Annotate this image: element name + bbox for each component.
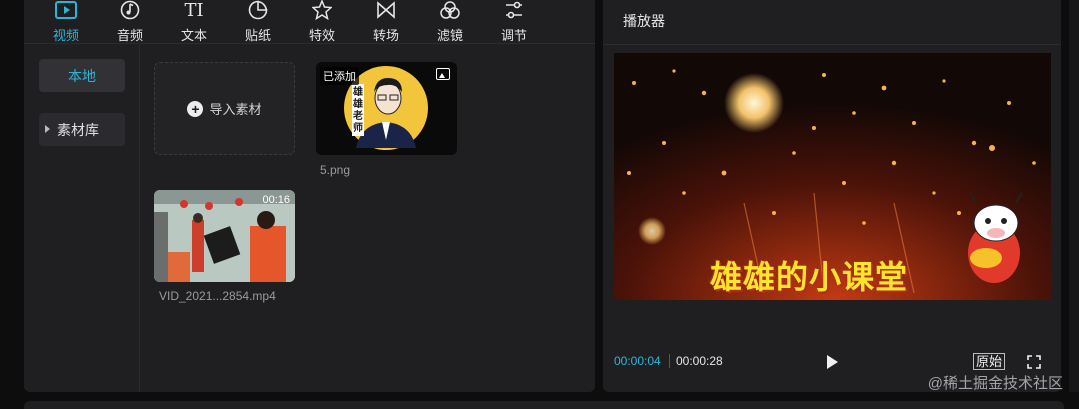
sticker-icon (247, 0, 269, 20)
text-icon: TI (184, 0, 204, 21)
player-title: 播放器 (623, 13, 665, 29)
tab-transition[interactable]: 转场 (358, 0, 414, 44)
player-panel: 播放器 雄雄的小课堂 00:00:04 00:00:28 原始 (603, 0, 1061, 392)
video-duration: 00:16 (262, 194, 290, 206)
transition-icon (375, 0, 397, 20)
tab-adjust[interactable]: 调节 (486, 0, 542, 44)
sidebar-item-local-label: 本地 (68, 67, 96, 84)
media-item-video[interactable]: 00:16 (154, 190, 295, 282)
plus-icon: + (187, 100, 204, 117)
tab-text[interactable]: TI 文本 (166, 0, 222, 44)
portrait-text: 雄雄老师 (353, 87, 363, 134)
added-badge: 已添加 (320, 67, 359, 85)
tab-audio-label: 音频 (116, 28, 143, 43)
tab-audio[interactable]: 音频 (102, 0, 158, 44)
media-sidebar: 本地 素材库 (24, 45, 140, 392)
watermark: @稀土掘金技术社区 (927, 375, 1063, 392)
tab-adjust-label: 调节 (500, 28, 527, 43)
current-time: 00:00:04 (614, 354, 661, 368)
adjust-sliders-icon (503, 0, 525, 20)
filter-icon (439, 0, 461, 20)
time-divider (669, 354, 670, 368)
sidebar-item-local[interactable]: 本地 (39, 59, 125, 92)
import-media-button[interactable]: + 导入素材 (154, 62, 295, 155)
play-button[interactable] (827, 355, 838, 369)
tab-video-label: 视频 (52, 28, 79, 43)
video-preview[interactable]: 雄雄的小课堂 (614, 53, 1051, 300)
right-panel-edge (1069, 0, 1079, 392)
tab-filter-label: 滤镜 (436, 28, 463, 43)
sidebar-item-library[interactable]: 素材库 (39, 113, 125, 146)
expand-arrow-icon (45, 125, 50, 133)
tab-effects-label: 特效 (308, 28, 335, 43)
fullscreen-icon[interactable] (1027, 355, 1041, 369)
timeline-panel-top (24, 401, 1064, 409)
effects-star-icon (311, 0, 333, 20)
tab-sticker[interactable]: 贴纸 (230, 0, 286, 44)
media-toolbar: 视频 音频 TI 文本 贴纸 特效 转场 滤镜 调节 (24, 0, 595, 44)
tab-text-label: 文本 (180, 28, 207, 43)
video-caption: 雄雄的小课堂 (710, 258, 909, 296)
media-item-image[interactable]: 雄雄老师 已添加 (316, 62, 457, 155)
import-media-label: 导入素材 (209, 102, 262, 117)
tab-transition-label: 转场 (372, 28, 399, 43)
tab-sticker-label: 贴纸 (244, 28, 271, 43)
tab-filter[interactable]: 滤镜 (422, 0, 478, 44)
video-icon (55, 0, 77, 20)
image-icon (436, 68, 450, 80)
sidebar-item-library-label: 素材库 (57, 121, 99, 138)
media-panel: 视频 音频 TI 文本 贴纸 特效 转场 滤镜 调节 本地 素材库 + 导入素材… (24, 0, 595, 392)
total-time: 00:00:28 (676, 354, 723, 368)
media-item-video-name: VID_2021...2854.mp4 (159, 289, 276, 303)
music-note-icon (119, 0, 141, 20)
media-item-image-name: 5.png (320, 163, 351, 177)
tab-video[interactable]: 视频 (38, 0, 94, 44)
aspect-ratio-button[interactable]: 原始 (973, 353, 1006, 370)
player-header-divider (603, 44, 1061, 45)
app-window: 视频 音频 TI 文本 贴纸 特效 转场 滤镜 调节 本地 素材库 + 导入素材… (0, 0, 1079, 409)
tab-effects[interactable]: 特效 (294, 0, 350, 44)
